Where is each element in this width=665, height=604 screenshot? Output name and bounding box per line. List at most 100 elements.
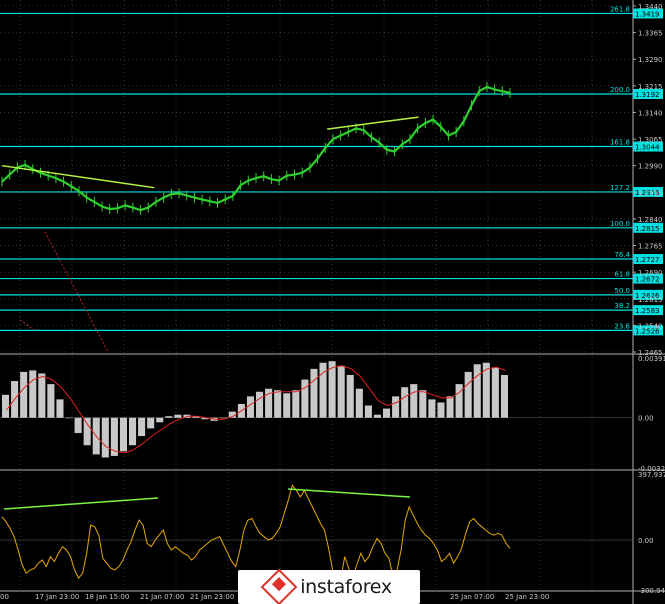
macd-bar xyxy=(283,393,291,418)
time-tick-label: 00 xyxy=(0,593,9,601)
macd-bar xyxy=(455,384,463,418)
price-tick-label: 1.3440 xyxy=(638,3,663,11)
macd-bar xyxy=(47,384,55,418)
macd-bar xyxy=(119,417,127,452)
macd-bar xyxy=(65,417,73,419)
trend-line xyxy=(1,164,155,189)
price-tick-label: 1.2540 xyxy=(638,322,663,330)
price-tick-label: 1.3290 xyxy=(638,56,663,64)
macd-bar xyxy=(373,414,381,418)
macd-bar xyxy=(346,374,354,418)
price-tick-label: 1.3140 xyxy=(638,109,663,117)
time-tick-label: 21 Jan 07:00 xyxy=(140,593,184,601)
macd-bar xyxy=(410,384,418,418)
fibo-price-label: 1.2727 xyxy=(635,256,660,264)
time-tick-label: 17 Jan 23:00 xyxy=(35,593,79,601)
macd-bar xyxy=(246,396,254,418)
trading-chart: 261.8 1.3419 200.0 1.3192 161.8 1.3044 127.2 1.… xyxy=(0,0,665,604)
chart-grid xyxy=(0,0,665,604)
macd-bar xyxy=(165,416,173,418)
macd-bar xyxy=(446,396,454,418)
macd-bar xyxy=(355,388,363,418)
macd-bar xyxy=(428,399,436,418)
macd-bar xyxy=(464,371,472,418)
macd-bar xyxy=(473,364,481,418)
fibo-level-pct: 127.2 xyxy=(610,184,630,192)
macd-bar xyxy=(83,417,91,446)
macd-bar xyxy=(2,394,10,418)
macd-bar xyxy=(383,408,391,418)
cci-tick-label: 0.00 xyxy=(638,537,654,545)
price-tick-label: 1.2615 xyxy=(638,296,663,304)
price-series xyxy=(1,81,511,216)
macd-bar xyxy=(419,390,427,418)
price-tick-label: 1.3215 xyxy=(638,83,663,91)
macd-bar xyxy=(337,365,345,418)
macd-tick-label: 0.00391 xyxy=(638,355,665,363)
macd-bar xyxy=(491,367,499,418)
macd-bar xyxy=(20,371,28,418)
cci-divergence-line xyxy=(287,488,411,498)
price-tick-label: 1.2990 xyxy=(638,163,663,171)
macd-bar xyxy=(56,399,64,418)
macd-bar xyxy=(156,417,164,423)
fibo-price-label: 1.3044 xyxy=(635,144,660,152)
fibo-level-pct: 23.6 xyxy=(614,322,630,330)
cci-tick-label: -300.942 xyxy=(638,587,665,595)
macd-bar xyxy=(110,417,118,456)
macd-bar xyxy=(292,390,300,418)
macd-tick-label: 0.00 xyxy=(638,415,654,423)
chart-window: 261.8 1.3419 200.0 1.3192 161.8 1.3044 127.2 1.… xyxy=(0,0,665,604)
watermark-brand: instaforex xyxy=(300,576,392,598)
instaforex-logo: instaforex xyxy=(238,568,420,604)
fibo-price-label: 1.2583 xyxy=(635,307,660,315)
projection-line xyxy=(44,231,109,353)
trend-line xyxy=(327,116,419,130)
fibo-level-pct: 76.4 xyxy=(614,251,630,259)
price-tick-label: 1.2840 xyxy=(638,216,663,224)
time-tick-label: 25 Jan 23:00 xyxy=(505,593,549,601)
macd-bar xyxy=(29,370,37,418)
fibo-level-pct: 161.8 xyxy=(610,139,630,147)
price-tick-label: 1.2765 xyxy=(638,243,663,251)
fibo-level-pct: 61.8 xyxy=(614,271,630,279)
macd-bar xyxy=(310,368,318,418)
projection-line xyxy=(19,319,35,331)
fibo-level-pct: 100.0 xyxy=(610,220,630,228)
macd-bar xyxy=(301,379,309,418)
macd-bar xyxy=(219,417,227,419)
macd-bar xyxy=(437,402,445,418)
macd-bar xyxy=(256,391,264,418)
time-tick-label: 21 Jan 23:00 xyxy=(190,593,234,601)
price-tick-label: 1.2915 xyxy=(638,189,663,197)
time-tick-label: 25 Jan 07:00 xyxy=(450,593,494,601)
fibo-level-pct: 261.8 xyxy=(610,5,630,13)
cci-divergence-line xyxy=(3,497,159,510)
fibo-price-label: 1.3192 xyxy=(635,91,660,99)
macd-bar xyxy=(138,417,146,437)
cci-tick-label: 397.9371 xyxy=(638,471,665,479)
price-tick-label: 1.2690 xyxy=(638,269,663,277)
macd-bar xyxy=(274,390,282,418)
fibo-level-pct: 38.2 xyxy=(614,302,630,310)
price-tick-label: 1.3065 xyxy=(638,136,663,144)
fibo-price-label: 1.2815 xyxy=(635,225,660,233)
macd-bar xyxy=(392,396,400,418)
fibo-level-pct: 200.0 xyxy=(610,86,630,94)
macd-bar xyxy=(500,374,508,418)
macd-bar xyxy=(364,405,372,418)
macd-bar xyxy=(174,414,182,418)
fibonacci-levels[interactable]: 261.8 1.3419 200.0 1.3192 161.8 1.3044 127.2 1.… xyxy=(0,5,663,353)
macd-bar xyxy=(38,373,46,418)
macd-bar xyxy=(129,417,137,446)
instaforex-logo-icon xyxy=(260,568,298,604)
time-tick-label: 18 Jan 15:00 xyxy=(85,593,129,601)
macd-bar xyxy=(74,417,82,434)
macd-bar xyxy=(328,361,336,418)
macd-bar xyxy=(101,417,109,458)
macd-bar xyxy=(147,417,155,429)
price-tick-label: 1.3365 xyxy=(638,30,663,38)
fibo-level-pct: 50.0 xyxy=(614,287,630,295)
macd-panel xyxy=(0,361,633,458)
fibo-price-label: 1.3419 xyxy=(635,10,660,18)
